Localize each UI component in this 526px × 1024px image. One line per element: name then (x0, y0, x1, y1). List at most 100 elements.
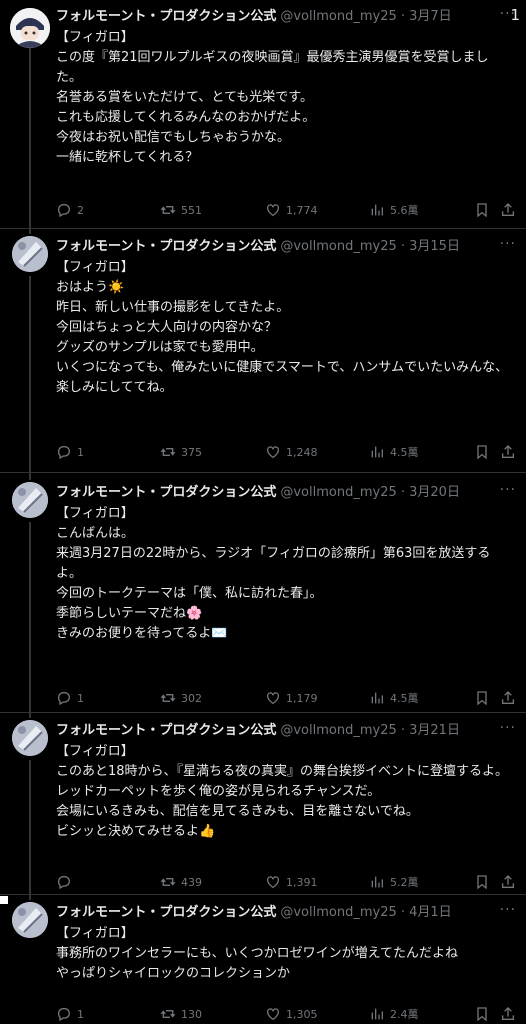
view-count: 5.6萬 (390, 204, 419, 217)
views-icon (371, 876, 383, 888)
tweet[interactable]: フォルモーント・プロダクション公式 @vollmond_my25 · 4月1日 ·… (0, 902, 526, 1024)
views-icon (371, 204, 383, 216)
views-button[interactable]: 4.5萬 (369, 688, 419, 708)
avatar[interactable] (12, 482, 48, 518)
bookmark-button[interactable] (474, 872, 495, 892)
tweet[interactable]: フォルモーント・プロダクション公式 @vollmond_my25 · 3月15日 … (0, 236, 526, 472)
tweet-actions: 2 551 1,774 5.6萬 (56, 200, 514, 220)
handle-date[interactable]: @vollmond_my25 · 3月7日 (280, 9, 451, 24)
reply-button[interactable] (56, 872, 77, 892)
avatar[interactable] (12, 236, 48, 272)
views-button[interactable]: 5.2萬 (369, 872, 419, 892)
like-button[interactable]: 1,774 (265, 200, 318, 220)
tweet-actions: 439 1,391 5.2萬 (56, 872, 514, 892)
tweet-header: フォルモーント・プロダクション公式 @vollmond_my25 · 3月15日 (56, 236, 512, 258)
reply-button[interactable]: 2 (56, 200, 84, 220)
share-button[interactable] (500, 688, 521, 708)
views-button[interactable]: 2.4萬 (369, 1004, 419, 1024)
share-button[interactable] (500, 200, 521, 220)
tweet-actions: 1 302 1,179 4.5萬 (56, 688, 514, 708)
retweet-icon (160, 878, 176, 886)
views-button[interactable]: 4.5萬 (369, 442, 419, 462)
handle-date[interactable]: @vollmond_my25 · 3月21日 (280, 723, 460, 738)
retweet-button[interactable]: 439 (160, 872, 202, 892)
bookmark-button[interactable] (474, 688, 495, 708)
handle-date[interactable]: @vollmond_my25 · 3月20日 (280, 485, 460, 500)
tweet[interactable]: フォルモーント・プロダクション公式 @vollmond_my25 · 3月20日 … (0, 482, 526, 710)
tweet-line: 事務所のワインセラーにも、いくつかロゼワインが増えてたんだよね (56, 946, 458, 961)
reply-count: 1 (77, 1007, 84, 1021)
tweet-line: このあと18時から、『星満ちる夜の真実』の舞台挨拶イベントに登壇するよ。 (56, 764, 509, 779)
divider (0, 228, 526, 229)
like-count: 1,305 (286, 1007, 318, 1021)
reply-button[interactable]: 1 (56, 1004, 84, 1024)
like-button[interactable]: 1,391 (265, 872, 318, 892)
handle-date[interactable]: @vollmond_my25 · 3月15日 (280, 239, 460, 254)
tweet-header: フォルモーント・プロダクション公式 @vollmond_my25 · 3月20日 (56, 482, 512, 504)
retweet-count: 375 (181, 445, 202, 459)
divider (0, 472, 526, 473)
share-button[interactable] (500, 872, 521, 892)
tweet-line: 【フィガロ】 (56, 744, 134, 759)
tweet-line: これも応援してくれるみんなのおかげだよ。 (56, 110, 316, 125)
tweet-line: 今回はちょっと大人向けの内容かな？ (56, 320, 278, 335)
avatar[interactable] (12, 720, 48, 756)
tweet-line: 季節らしいテーマだね🌸 (56, 606, 203, 621)
display-name[interactable]: フォルモーント・プロダクション公式 (56, 905, 276, 920)
divider (0, 712, 526, 713)
bookmark-button[interactable] (474, 442, 495, 462)
retweet-button[interactable]: 130 (160, 1004, 202, 1024)
like-count: 1,391 (286, 875, 318, 889)
bookmark-button[interactable] (474, 200, 495, 220)
display-name[interactable]: フォルモーント・プロダクション公式 (56, 239, 276, 254)
bookmark-button[interactable] (474, 1004, 495, 1024)
retweet-button[interactable]: 375 (160, 442, 202, 462)
tweet-line: グッズのサンプルは家でも愛用中。 (56, 340, 264, 355)
view-count: 5.2萬 (390, 876, 419, 889)
like-count: 1,774 (286, 203, 318, 217)
bookmark-icon (477, 1007, 487, 1022)
share-icon (502, 203, 514, 216)
tweet[interactable]: フォルモーント・プロダクション公式 @vollmond_my25 · 3月21日 … (0, 720, 526, 892)
handle-date[interactable]: @vollmond_my25 · 4月1日 (280, 905, 451, 920)
more-icon[interactable]: ··· (500, 6, 516, 22)
like-button[interactable]: 1,248 (265, 442, 318, 462)
divider (0, 894, 526, 895)
bookmark-icon (477, 445, 487, 460)
avatar[interactable] (10, 8, 50, 48)
tweet-line: 【フィガロ】 (56, 926, 134, 941)
tweet-line: いくつになっても、俺みたいに健康でスマートで、ハンサムでいたいみんな、楽しみにし… (56, 360, 509, 395)
reply-button[interactable]: 1 (56, 442, 84, 462)
share-button[interactable] (500, 442, 521, 462)
reply-icon (57, 876, 70, 890)
retweet-count: 302 (181, 691, 202, 705)
tweet-line: 一緒に乾杯してくれる？ (56, 150, 199, 165)
display-name[interactable]: フォルモーント・プロダクション公式 (56, 485, 276, 500)
tweet-line: 今夜はお祝い配信でもしちゃおうかな。 (56, 130, 291, 145)
tweet-header: フォルモーント・プロダクション公式 @vollmond_my25 · 4月1日 (56, 902, 512, 924)
tweet-line: 来週3月27日の22時から、ラジオ「フィガロの診療所」第63回を放送するよ。 (56, 546, 491, 581)
tweet-line: この度『第21回ワルプルギスの夜映画賞』最優秀主演男優賞を受賞しました。 (56, 50, 489, 85)
retweet-icon (160, 206, 176, 214)
like-button[interactable]: 1,305 (265, 1004, 318, 1024)
retweet-icon (160, 694, 176, 702)
view-count: 4.5萬 (390, 692, 419, 705)
more-icon[interactable]: ··· (500, 720, 516, 736)
more-icon[interactable]: ··· (500, 902, 516, 918)
reply-button[interactable]: 1 (56, 688, 84, 708)
more-icon[interactable]: ··· (500, 236, 516, 252)
tweet-header: フォルモーント・プロダクション公式 @vollmond_my25 · 3月7日 (56, 6, 512, 28)
avatar[interactable] (12, 902, 48, 938)
more-icon[interactable]: ··· (500, 482, 516, 498)
tweet-line: やっぱりシャイロックのコレクションか (56, 966, 291, 981)
display-name[interactable]: フォルモーント・プロダクション公式 (56, 9, 276, 24)
like-button[interactable]: 1,179 (265, 688, 318, 708)
share-button[interactable] (500, 1004, 521, 1024)
bookmark-icon (477, 691, 487, 706)
retweet-button[interactable]: 302 (160, 688, 202, 708)
display-name[interactable]: フォルモーント・プロダクション公式 (56, 723, 276, 738)
bookmark-icon (477, 203, 487, 218)
views-button[interactable]: 5.6萬 (369, 200, 419, 220)
tweet[interactable]: フォルモーント・プロダクション公式 @vollmond_my25 · 3月7日 ·… (0, 6, 526, 226)
retweet-button[interactable]: 551 (160, 200, 202, 220)
